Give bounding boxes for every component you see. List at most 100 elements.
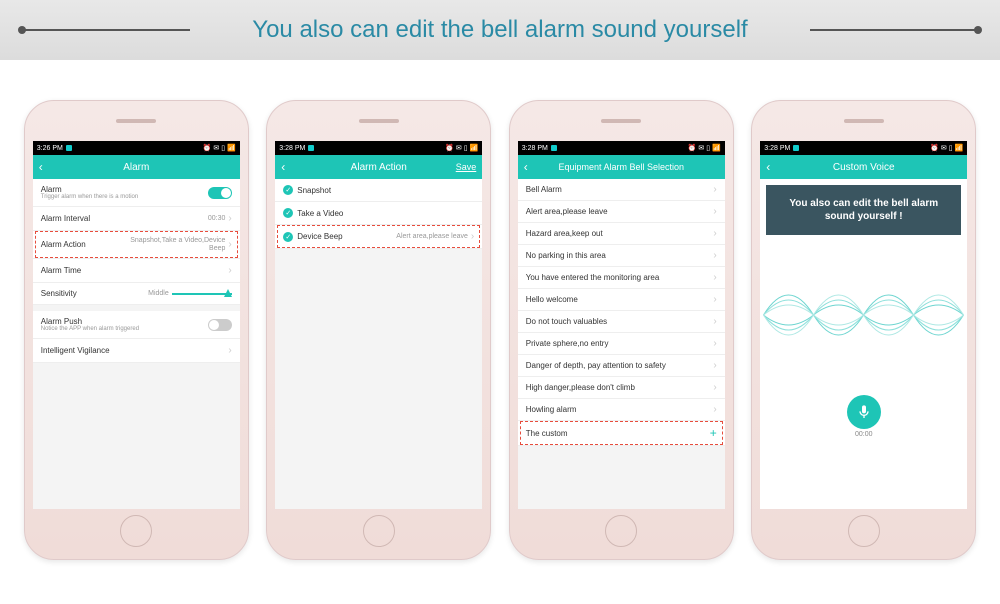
chevron-right-icon: › [713,228,716,239]
label: The custom [526,429,568,438]
status-icons: ⏰ ✉ ▯ 📶 [930,144,963,152]
status-bar: 3:28 PM ⏰ ✉ ▯ 📶 [760,141,967,155]
chevron-right-icon: › [228,345,231,356]
label: Snapshot [297,186,331,195]
status-time: 3:26 PM [37,145,63,152]
banner-dot-left [18,26,26,34]
chevron-right-icon: › [713,250,716,261]
status-time: 3:28 PM [279,145,305,152]
custom-voice-content: You also can edit the bell alarm sound y… [760,179,967,509]
label: Alarm Push [41,317,139,326]
chevron-right-icon: › [713,206,716,217]
chevron-right-icon: › [713,316,716,327]
row-sensitivity[interactable]: Sensitivity Middle [33,283,240,305]
alarm-settings-list: AlarmTrigger alarm when there is a motio… [33,179,240,509]
status-bar: 3:28 PM ⏰ ✉ ▯ 📶 [518,141,725,155]
back-icon[interactable]: ‹ [281,160,285,174]
label: Hazard area,keep out [526,229,603,238]
option-snapshot[interactable]: ✓Snapshot [275,179,482,202]
header-bell-selection: ‹ Equipment Alarm Bell Selection [518,155,725,179]
chevron-right-icon: › [228,265,231,276]
screen-alarm: 3:26 PM ⏰ ✉ ▯ 📶 ‹ Alarm AlarmTrigger ala… [33,141,240,509]
header-title: Custom Voice [833,162,895,173]
phone-4: 3:28 PM ⏰ ✉ ▯ 📶 ‹ Custom Voice You also … [751,100,976,560]
bell-item[interactable]: Private sphere,no entry › [518,333,725,355]
header-title: Alarm [123,162,149,173]
chevron-right-icon: › [471,231,474,242]
label: Alarm Action [41,240,86,249]
sublabel: Notice the APP when alarm triggered [41,326,139,332]
label: Intelligent Vigilance [41,346,110,355]
row-alarm-push[interactable]: Alarm PushNotice the APP when alarm trig… [33,311,240,339]
action-options-list: ✓Snapshot ✓Take a Video ✓Device Beep Ale… [275,179,482,509]
value: Alert area,please leave [396,233,468,240]
value: Snapshot,Take a Video,Device Beep [122,237,226,252]
bell-item[interactable]: Bell Alarm › [518,179,725,201]
row-intelligent-vigilance[interactable]: Intelligent Vigilance › [33,339,240,363]
label: Alarm [41,185,139,194]
waveform-icon [760,265,967,365]
screen-custom-voice: 3:28 PM ⏰ ✉ ▯ 📶 ‹ Custom Voice You also … [760,141,967,509]
value: Middle [148,290,169,297]
option-take-video[interactable]: ✓Take a Video [275,202,482,225]
chevron-right-icon: › [713,338,716,349]
label: Alert area,please leave [526,207,608,216]
header-alarm: ‹ Alarm [33,155,240,179]
row-alarm-interval[interactable]: Alarm Interval 00:30› [33,207,240,231]
microphone-button[interactable] [847,395,881,429]
chevron-right-icon: › [228,239,231,250]
phone-1: 3:26 PM ⏰ ✉ ▯ 📶 ‹ Alarm AlarmTrigger ala… [24,100,249,560]
status-app-icon [66,145,72,151]
bell-item[interactable]: Do not touch valuables› [518,311,725,333]
save-button[interactable]: Save [456,162,477,172]
status-icons: ⏰ ✉ ▯ 📶 [688,144,721,152]
chevron-right-icon: › [228,213,231,224]
status-time: 3:28 PM [522,145,548,152]
header-custom-voice: ‹ Custom Voice [760,155,967,179]
phone-2: 3:28 PM ⏰ ✉ ▯ 📶 ‹ Alarm Action Save ✓Sna… [266,100,491,560]
bell-item[interactable]: Hazard area,keep out › [518,223,725,245]
row-alarm-toggle[interactable]: AlarmTrigger alarm when there is a motio… [33,179,240,207]
toggle-off-icon[interactable] [208,319,232,331]
label: Bell Alarm [526,185,562,194]
bell-item[interactable]: No parking in this area› [518,245,725,267]
label: Private sphere,no entry [526,339,609,348]
bell-list[interactable]: Bell Alarm › Alert area,please leave › Haz… [518,179,725,509]
chevron-right-icon: › [713,360,716,371]
status-icons: ⏰ ✉ ▯ 📶 [203,144,236,152]
top-banner: You also can edit the bell alarm sound y… [0,0,1000,60]
label: Howling alarm [526,405,577,414]
info-banner: You also can edit the bell alarm sound y… [766,185,961,235]
option-device-beep[interactable]: ✓Device Beep Alert area,please leave› [275,225,482,249]
recording-time: 00:00 [760,431,967,438]
bell-item[interactable]: You have entered the monitoring area› [518,267,725,289]
microphone-icon [856,404,872,420]
bell-item[interactable]: Alert area,please leave › [518,201,725,223]
chevron-right-icon: › [713,404,716,415]
bell-item-custom[interactable]: The custom + [518,421,725,446]
chevron-right-icon: › [713,184,716,195]
label: Danger of depth, pay attention to safety [526,361,666,370]
label: Alarm Time [41,266,81,275]
toggle-on-icon[interactable] [208,187,232,199]
status-app-icon [308,145,314,151]
back-icon[interactable]: ‹ [524,160,528,174]
bell-item[interactable]: Danger of depth, pay attention to safety… [518,355,725,377]
plus-icon[interactable]: + [710,426,717,440]
sensitivity-indicator-icon [172,293,232,295]
back-icon[interactable]: ‹ [39,160,43,174]
status-bar: 3:28 PM ⏰ ✉ ▯ 📶 [275,141,482,155]
bell-item[interactable]: Hello welcome› [518,289,725,311]
check-icon: ✓ [283,208,293,218]
back-icon[interactable]: ‹ [766,160,770,174]
banner-rule-left [20,29,190,31]
bell-item[interactable]: Howling alarm › [518,399,725,421]
screen-alarm-action: 3:28 PM ⏰ ✉ ▯ 📶 ‹ Alarm Action Save ✓Sna… [275,141,482,509]
status-time: 3:28 PM [764,145,790,152]
row-alarm-time[interactable]: Alarm Time › [33,259,240,283]
phones-row: 3:26 PM ⏰ ✉ ▯ 📶 ‹ Alarm AlarmTrigger ala… [0,60,1000,560]
row-alarm-action[interactable]: Alarm Action Snapshot,Take a Video,Devic… [33,231,240,259]
label: Device Beep [297,232,342,241]
bell-item[interactable]: High danger,please don't climb› [518,377,725,399]
chevron-right-icon: › [713,272,716,283]
